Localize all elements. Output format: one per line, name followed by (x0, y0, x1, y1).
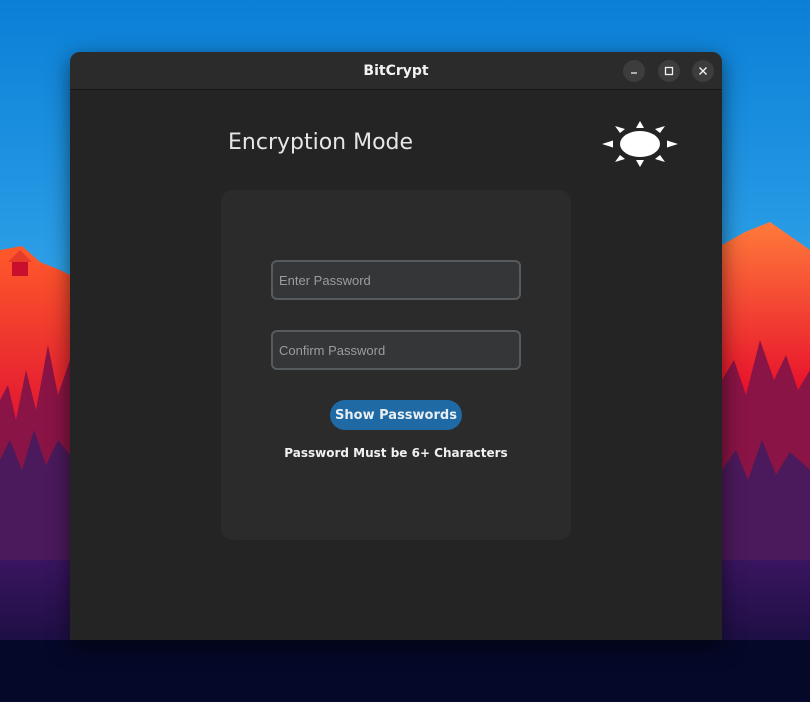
maximize-button[interactable] (658, 60, 680, 82)
confirm-password-input[interactable] (271, 330, 521, 370)
page-title: Encryption Mode (228, 130, 414, 155)
title-bar[interactable]: BitCrypt (70, 52, 722, 90)
minimize-icon (631, 72, 637, 74)
close-icon (699, 67, 707, 75)
app-window: BitCrypt Encryption Mode Show Passwords … (70, 52, 722, 640)
password-requirement-text: Password Must be 6+ Characters (284, 446, 508, 460)
sun-icon (602, 121, 678, 167)
show-passwords-button[interactable]: Show Passwords (330, 400, 462, 430)
password-input[interactable] (271, 260, 521, 300)
maximize-icon (664, 66, 674, 76)
close-button[interactable] (692, 60, 714, 82)
theme-toggle-button[interactable] (600, 119, 680, 169)
main-content: Encryption Mode Show Passwords Password … (70, 90, 722, 640)
minimize-button[interactable] (623, 60, 645, 82)
password-form-card: Show Passwords Password Must be 6+ Chara… (221, 190, 571, 540)
